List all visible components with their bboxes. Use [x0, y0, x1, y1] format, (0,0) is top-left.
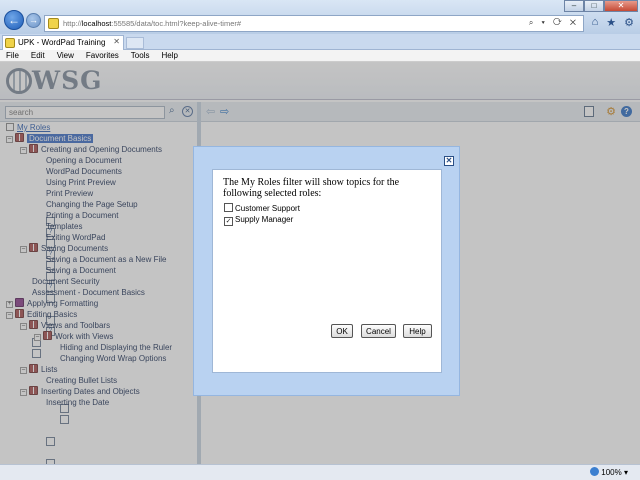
command-icons: ⌂ ★ ⚙ [592, 16, 634, 29]
role-checkbox-supply-manager[interactable]: ✓ [224, 217, 233, 226]
tab-bar: UPK - WordPad Training ✕ [0, 34, 640, 50]
role-supply-manager[interactable]: ✓ Supply Manager [224, 215, 293, 226]
cancel-button[interactable]: Cancel [361, 324, 396, 338]
window-controls: – □ ✕ [564, 0, 638, 12]
menu-file[interactable]: File [0, 50, 25, 61]
address-bar[interactable]: http://localhost:55585/data/toc.html?kee… [44, 15, 584, 32]
home-icon[interactable]: ⌂ [592, 16, 599, 29]
browser-title-bar: ← → http://localhost:55585/data/toc.html… [0, 0, 640, 34]
minimize-icon[interactable]: – [564, 0, 584, 12]
url-prefix: http:// [63, 19, 82, 28]
status-bar: 100% ▾ [0, 464, 640, 480]
zoom-level: 100% [601, 468, 622, 477]
help-button[interactable]: Help [403, 324, 432, 338]
menu-edit[interactable]: Edit [25, 50, 51, 61]
forward-button[interactable]: → [26, 13, 41, 28]
menu-help[interactable]: Help [155, 50, 183, 61]
maximize-icon[interactable]: □ [584, 0, 604, 12]
address-tools-icon[interactable]: ⌕ ▾ ⟳ ✕ [529, 18, 579, 28]
tools-gear-icon[interactable]: ⚙ [624, 16, 634, 29]
page-favicon-icon [48, 18, 59, 29]
address-url[interactable]: http://localhost:55585/data/toc.html?kee… [63, 19, 241, 28]
my-roles-dialog: ✕ The My Roles filter will show topics f… [193, 146, 460, 396]
dialog-body: The My Roles filter will show topics for… [212, 169, 442, 373]
role-customer-support[interactable]: Customer Support [224, 203, 300, 214]
role-label: Customer Support [235, 204, 300, 213]
role-checkbox-customer-support[interactable] [224, 203, 233, 212]
tab-close-icon[interactable]: ✕ [113, 37, 120, 46]
back-button[interactable]: ← [4, 10, 24, 30]
tab-upk-training[interactable]: UPK - WordPad Training ✕ [2, 35, 124, 50]
zoom-control[interactable]: 100% ▾ [590, 467, 628, 477]
dialog-close-icon[interactable]: ✕ [444, 156, 454, 166]
menu-favorites[interactable]: Favorites [80, 50, 125, 61]
url-host: localhost [81, 19, 112, 28]
favorites-star-icon[interactable]: ★ [606, 16, 616, 29]
menu-view[interactable]: View [51, 50, 80, 61]
menu-bar: File Edit View Favorites Tools Help [0, 50, 640, 62]
ok-button[interactable]: OK [331, 324, 353, 338]
zoom-icon [590, 467, 600, 476]
tab-title: UPK - WordPad Training [18, 38, 106, 47]
menu-tools[interactable]: Tools [125, 50, 156, 61]
dialog-message: The My Roles filter will show topics for… [223, 177, 400, 199]
role-label: Supply Manager [235, 215, 294, 224]
window-close-icon[interactable]: ✕ [604, 0, 638, 12]
url-rest: :55585/data/toc.html?keep-alive-timer# [111, 19, 242, 28]
tab-favicon-icon [5, 38, 15, 48]
new-tab-button[interactable] [126, 37, 144, 49]
